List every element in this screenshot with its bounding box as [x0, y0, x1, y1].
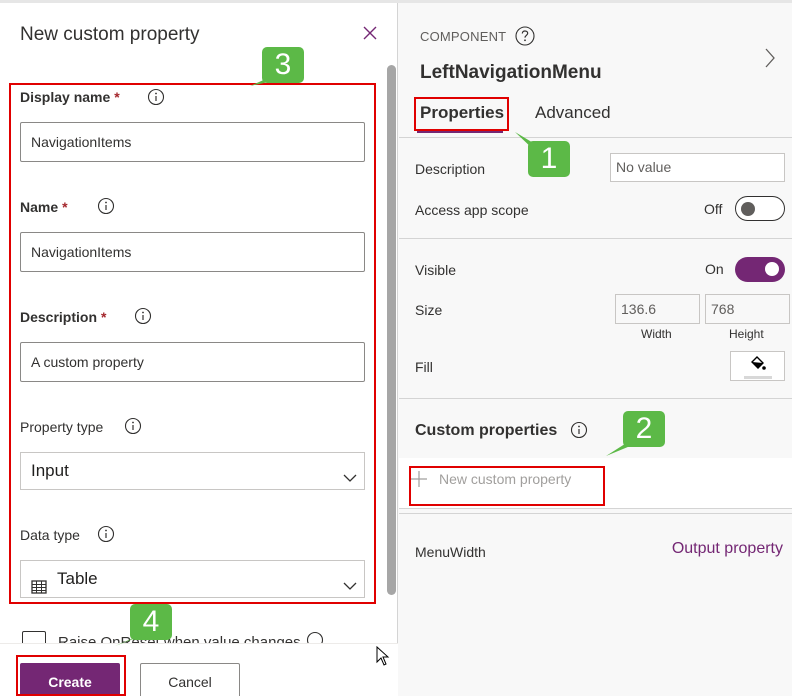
table-icon [31, 571, 47, 594]
fill-label: Fill [415, 359, 433, 375]
screen: New custom property Display name * Naviga… [0, 0, 792, 696]
annotation-badge-4: 4 [130, 604, 172, 640]
info-icon[interactable] [97, 197, 115, 215]
help-icon[interactable] [514, 25, 536, 47]
annotation-badge-1: 1 [528, 141, 570, 177]
new-custom-property-button[interactable]: New custom property [411, 470, 572, 487]
custom-properties-heading: Custom properties [415, 422, 558, 439]
description-label: Description [415, 161, 486, 177]
visible-state: On [705, 261, 724, 277]
visible-toggle[interactable] [735, 257, 785, 282]
component-label: COMPONENT [420, 29, 507, 44]
width-label: Width [641, 327, 672, 341]
height-input[interactable]: 768 [705, 294, 790, 324]
access-app-scope-toggle[interactable] [735, 196, 785, 221]
create-button[interactable]: Create [20, 663, 120, 696]
mouse-cursor-icon [376, 645, 390, 668]
width-input[interactable]: 136.6 [615, 294, 700, 324]
size-label: Size [415, 302, 443, 318]
description-label: Description * [20, 309, 107, 325]
divider [399, 508, 792, 509]
info-icon[interactable] [147, 88, 165, 106]
name-label: Name * [20, 199, 68, 215]
info-icon[interactable] [124, 417, 142, 435]
divider [399, 137, 792, 138]
dialog-footer: Create Cancel [0, 643, 398, 696]
tab-properties[interactable]: Properties [420, 103, 504, 123]
data-type-value: Table [57, 569, 98, 588]
chevron-down-icon [342, 571, 358, 590]
annotation-badge-3: 3 [262, 47, 304, 83]
info-icon[interactable] [570, 421, 588, 439]
dialog-scrollbar[interactable] [387, 65, 396, 595]
divider [399, 513, 792, 514]
description-input[interactable]: No value [610, 153, 785, 182]
info-icon[interactable] [134, 307, 152, 325]
divider [399, 238, 792, 239]
property-type-value: Input [31, 461, 69, 480]
component-name: LeftNavigationMenu [420, 62, 602, 83]
data-type-label: Data type [20, 527, 80, 543]
plus-icon [411, 470, 427, 487]
cancel-button[interactable]: Cancel [140, 663, 240, 696]
new-custom-property-label: New custom property [439, 471, 572, 487]
chevron-right-icon[interactable] [761, 47, 779, 69]
property-type-label: Property type [20, 419, 104, 435]
divider [399, 398, 792, 399]
display-name-label: Display name * [20, 89, 120, 105]
custom-property-type[interactable]: Output property [672, 540, 783, 558]
active-tab-indicator [417, 130, 503, 133]
custom-property-name[interactable]: MenuWidth [415, 544, 486, 560]
name-input[interactable]: NavigationItems [20, 232, 365, 272]
fill-color-picker[interactable] [730, 351, 785, 381]
description-input[interactable]: A custom property [20, 342, 365, 382]
toggle-knob [765, 262, 779, 276]
display-name-input[interactable]: NavigationItems [20, 122, 365, 162]
height-label: Height [729, 327, 764, 341]
info-icon[interactable] [97, 525, 115, 543]
annotation-badge-2: 2 [623, 411, 665, 447]
paint-bucket-icon [744, 356, 772, 379]
chevron-down-icon [342, 463, 358, 482]
dialog-title: New custom property [20, 24, 200, 45]
new-custom-property-dialog: New custom property Display name * Naviga… [0, 3, 398, 696]
properties-panel: COMPONENT LeftNavigationMenu Properties … [399, 3, 792, 696]
new-custom-property-area: New custom property [399, 458, 792, 508]
close-icon[interactable] [360, 23, 380, 43]
access-app-scope-state: Off [704, 201, 723, 217]
data-type-dropdown[interactable]: Table [20, 560, 365, 598]
access-app-scope-label: Access app scope [415, 202, 529, 218]
toggle-knob [741, 202, 755, 216]
tab-advanced[interactable]: Advanced [535, 103, 611, 123]
property-type-dropdown[interactable]: Input [20, 452, 365, 490]
visible-label: Visible [415, 262, 456, 278]
